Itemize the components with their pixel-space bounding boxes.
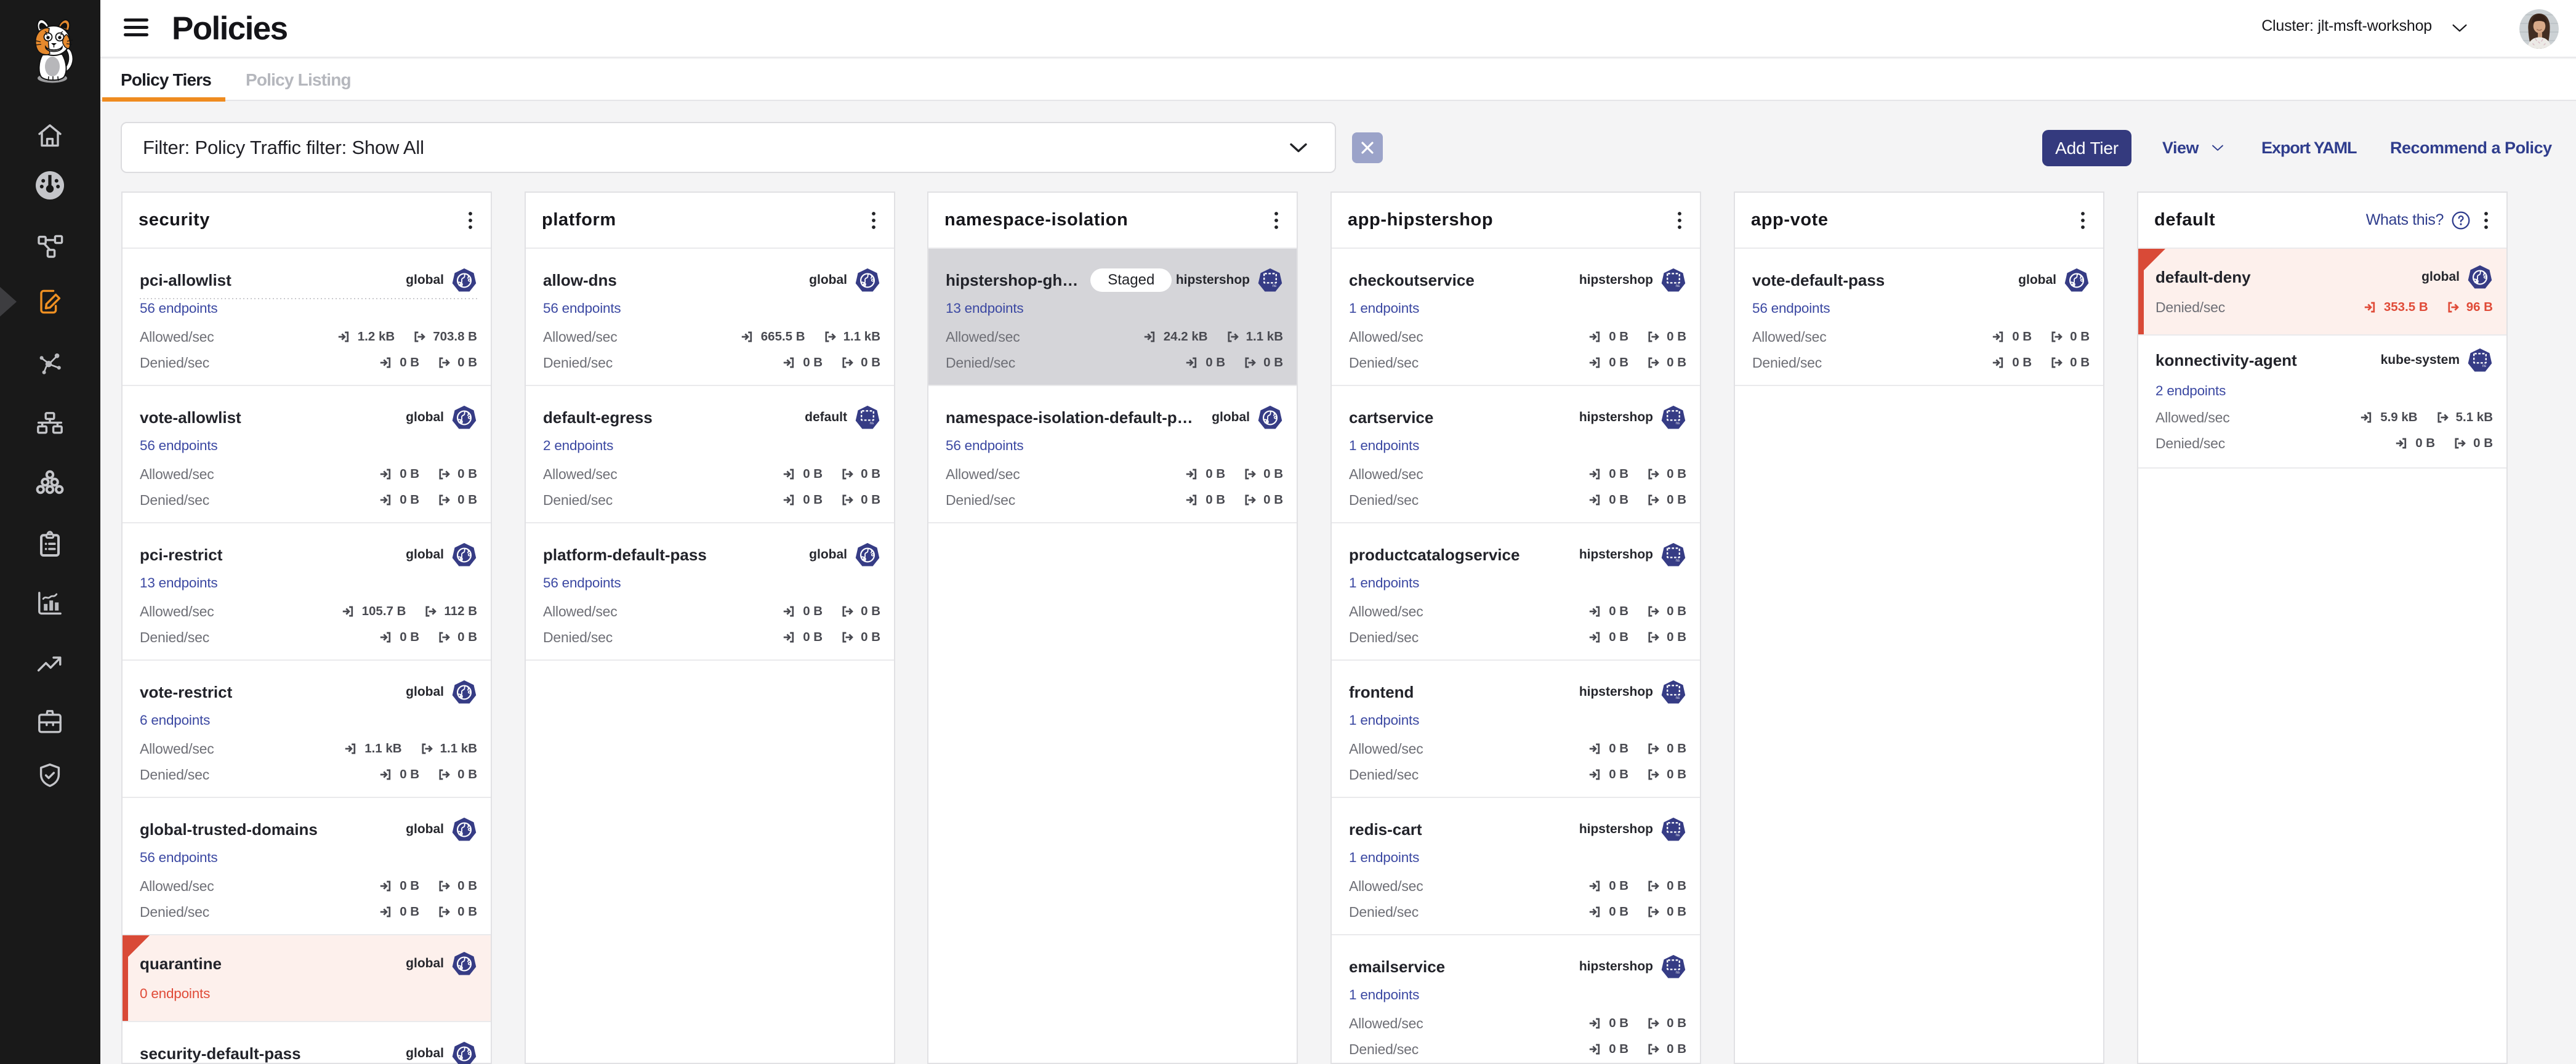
svg-text:ns: ns: [1676, 971, 1680, 975]
svg-text:ns: ns: [1676, 696, 1680, 700]
svg-text:ns: ns: [1676, 834, 1680, 837]
svg-text:ns: ns: [870, 422, 874, 425]
svg-text:ns: ns: [1676, 559, 1680, 563]
svg-text:ns: ns: [1273, 284, 1276, 288]
svg-text:ns: ns: [2482, 365, 2486, 368]
svg-text:ns: ns: [1676, 284, 1680, 288]
svg-text:ns: ns: [1676, 422, 1680, 425]
